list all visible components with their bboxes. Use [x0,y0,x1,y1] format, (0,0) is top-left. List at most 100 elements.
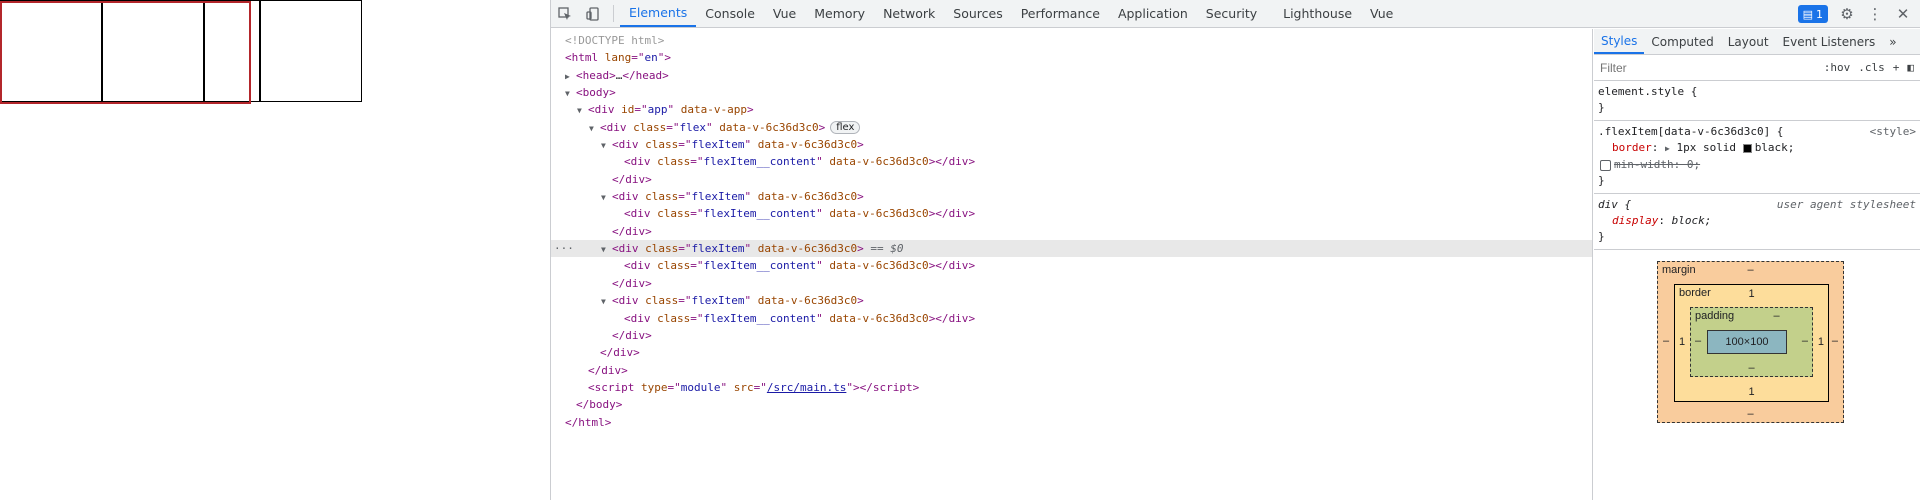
hov-button[interactable]: :hov [1824,61,1851,74]
tab-styles[interactable]: Styles [1594,29,1645,54]
new-rule-plus-icon[interactable]: + [1893,61,1900,74]
collapse-arrow-icon[interactable]: ▼ [601,137,612,154]
flex-item-3[interactable] [204,0,260,102]
tree-node-close[interactable]: </div> [551,223,1592,240]
close-icon[interactable]: ✕ [1894,5,1912,23]
color-swatch[interactable] [1742,143,1752,153]
box-model-padding[interactable]: padding – – – – 100×100 [1690,307,1813,377]
tree-node-flex[interactable]: ▼ <div class="flex" data-v-6c36d3c0> flex [551,119,1592,136]
rule-div-ua: div { user agent stylesheet display: blo… [1594,194,1920,250]
styles-filter-input[interactable] [1600,60,1816,75]
tree-node-close[interactable]: </div> [551,171,1592,188]
gear-icon[interactable]: ⚙ [1838,5,1856,23]
tree-node-close-app[interactable]: </div> [551,362,1592,379]
collapse-arrow-icon[interactable]: ▼ [601,241,612,258]
issues-button[interactable]: ▤ 1 [1797,5,1828,23]
flex-item-2[interactable] [102,0,204,102]
collapse-arrow-icon[interactable]: ▼ [577,102,588,119]
devtools-toolbar: Elements Console Vue Memory Network Sour… [551,0,1920,28]
rule-flexitem: .flexItem[data-v-6c36d3c0] { <style> bor… [1594,121,1920,194]
tab-sources[interactable]: Sources [944,0,1011,27]
cls-button[interactable]: .cls [1858,61,1885,74]
tree-node-flexitem-content[interactable]: <div class="flexItem__content" data-v-6c… [551,257,1592,274]
filter-row: :hov .cls + ◧ [1594,55,1920,81]
tree-node-head[interactable]: ▶ <head>…</head> [551,67,1592,84]
tab-elements[interactable]: Elements [620,0,697,27]
expand-arrow-icon[interactable]: ▶ [565,68,576,85]
page-preview [0,0,551,500]
collapse-arrow-icon[interactable]: ▼ [565,85,576,102]
rule-source-label: user agent stylesheet [1776,198,1916,211]
rule-close-brace: } [1598,174,1605,187]
tree-node-close-body[interactable]: </body> [551,396,1592,413]
rule-close-brace: } [1598,101,1605,114]
doctype-text: <!DOCTYPE html> [565,34,665,47]
toolbar-right: ▤ 1 ⚙ ⋮ ✕ [1797,0,1912,28]
tab-security[interactable]: Security [1197,0,1266,27]
collapse-arrow-icon[interactable]: ▼ [601,293,612,310]
toggle-sidebar-icon[interactable]: ◧ [1907,61,1914,74]
flex-item-4[interactable] [260,0,362,102]
tree-node-close-html[interactable]: </html> [551,414,1592,431]
more-tabs-icon[interactable]: » [1882,29,1903,54]
prop-display[interactable]: display: block; [1598,213,1916,229]
more-options-icon[interactable]: ⋮ [1866,5,1884,23]
box-model: margin – – – – border 1 1 1 1 padding – … [1657,261,1844,423]
rule-selector[interactable]: element.style { [1598,84,1916,100]
expand-arrow-icon[interactable]: ▶ [1665,144,1670,153]
tab-layout[interactable]: Layout [1721,29,1776,54]
tree-node-flexitem[interactable]: ▼ <div class="flexItem" data-v-6c36d3c0> [551,292,1592,309]
property-checkbox[interactable] [1600,159,1611,171]
inspect-element-icon[interactable] [551,0,579,27]
tab-computed[interactable]: Computed [1644,29,1720,54]
tree-node-app[interactable]: ▼ <div id="app" data-v-app> [551,101,1592,118]
rule-element-style: element.style { } [1594,81,1920,121]
tree-node-flexitem[interactable]: ▼ <div class="flexItem" data-v-6c36d3c0> [551,188,1592,205]
tab-vue-2[interactable]: Vue [1361,0,1402,27]
elements-tree: <!DOCTYPE html> <html lang="en"> ▶ <head>… [551,29,1593,500]
tree-node-flexitem[interactable]: ▼ <div class="flexItem" data-v-6c36d3c0> [551,136,1592,153]
flex-item-1[interactable] [0,0,102,102]
tree-node-doctype[interactable]: <!DOCTYPE html> [551,32,1592,49]
tab-network[interactable]: Network [874,0,944,27]
prop-border[interactable]: border: ▶ 1px solid black; [1598,140,1916,157]
rule-source-link[interactable]: <style> [1870,124,1916,140]
rule-close-brace: } [1598,230,1605,243]
tree-node-close-flex[interactable]: </div> [551,344,1592,361]
device-toolbar-icon[interactable] [579,0,607,27]
script-src-link[interactable]: /src/main.ts [767,381,846,394]
tab-vue[interactable]: Vue [764,0,805,27]
tab-lighthouse[interactable]: Lighthouse [1274,0,1361,27]
rule-selector[interactable]: .flexItem[data-v-6c36d3c0] { [1598,124,1916,140]
devtools-panel: Elements Console Vue Memory Network Sour… [551,0,1920,500]
tree-node-body[interactable]: ▼ <body> [551,84,1592,101]
toolbar-divider [613,5,614,22]
tab-console[interactable]: Console [696,0,764,27]
collapse-arrow-icon[interactable]: ▼ [589,120,600,137]
collapse-arrow-icon[interactable]: ▼ [601,189,612,206]
box-model-margin[interactable]: margin – – – – border 1 1 1 1 padding – … [1657,261,1844,423]
tree-node-flexitem-selected[interactable]: ··· ▼ <div class="flexItem" data-v-6c36d3c… [551,240,1592,258]
box-model-border[interactable]: border 1 1 1 1 padding – – – – 100×100 [1674,284,1829,402]
tab-application[interactable]: Application [1109,0,1197,27]
prop-min-width[interactable]: min-width: 0; [1598,157,1916,173]
tree-node-flexitem-content[interactable]: <div class="flexItem__content" data-v-6c… [551,153,1592,170]
sidebar-tabs: Styles Computed Layout Event Listeners » [1594,29,1920,55]
tab-performance[interactable]: Performance [1012,0,1109,27]
tab-memory[interactable]: Memory [805,0,874,27]
tree-node-flexitem-content[interactable]: <div class="flexItem__content" data-v-6c… [551,205,1592,222]
issues-count: 1 [1816,7,1823,21]
flex-badge[interactable]: flex [830,121,861,135]
tree-node-close[interactable]: </div> [551,275,1592,292]
box-model-content[interactable]: 100×100 [1707,330,1787,354]
tree-node-flexitem-content[interactable]: <div class="flexItem__content" data-v-6c… [551,310,1592,327]
tree-node-script[interactable]: <script type="module" src="/src/main.ts"… [551,379,1592,396]
tab-event-listeners[interactable]: Event Listeners [1776,29,1883,54]
tree-node-html[interactable]: <html lang="en"> [551,49,1592,66]
message-icon: ▤ [1802,7,1813,21]
flex-container [0,0,550,102]
styles-sidebar: Styles Computed Layout Event Listeners »… [1594,29,1920,500]
tree-node-close[interactable]: </div> [551,327,1592,344]
selected-marker: == $0 [870,242,904,256]
more-actions-icon[interactable]: ··· [554,240,574,257]
